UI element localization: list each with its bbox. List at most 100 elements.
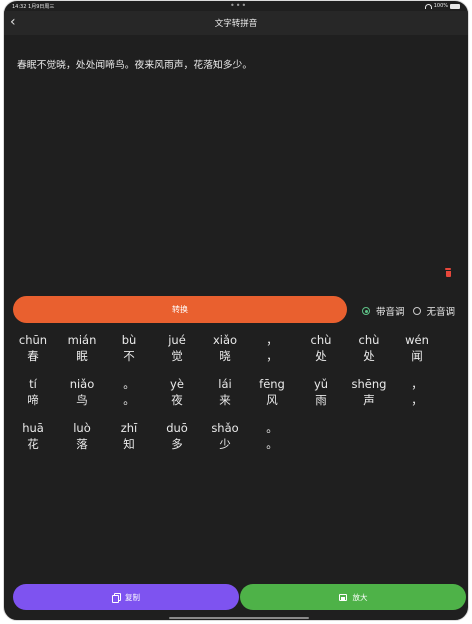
pinyin-syllable: 。 [266,421,278,435]
pinyin-syllable: wén [405,333,429,347]
tone-on-label: 带音调 [376,307,405,318]
pinyin-cell: chù 处 [349,332,389,364]
pinyin-syllable: mián [67,333,97,347]
pinyin-cell: chù 处 [301,332,341,364]
hanzi-character: 知 [123,437,135,451]
pinyin-cell: ，， [397,376,437,408]
pinyin-cell: mián 眠 [62,332,102,364]
image-icon [338,593,347,601]
multitask-dots-icon[interactable]: ••• [230,1,247,10]
app-screen: 14:32 1月9日周三 ••• 100% ‹ 文字转拼音 春眠不觉晓，处处闻啼… [3,0,469,621]
status-date: 1月9日周三 [28,4,55,10]
radio-selected-icon [362,307,370,315]
pinyin-syllable: shǎo [211,421,239,435]
copy-button[interactable]: 复制 [13,584,239,610]
copy-label: 复制 [125,592,140,602]
pinyin-syllable: 。 [123,377,135,391]
hanzi-character: 少 [219,437,231,451]
pinyin-syllable: niǎo [69,377,95,391]
hanzi-character: 晓 [219,349,231,363]
pinyin-syllable: lái [218,377,232,391]
hanzi-character: 雨 [315,393,327,407]
hanzi-character: 眠 [76,349,88,363]
page-title: 文字转拼音 [214,19,258,29]
hanzi-character: 春 [27,349,39,363]
source-text-input[interactable]: 春眠不觉晓，处处闻啼鸟。夜来风雨声，花落知多少。 [17,59,457,73]
pinyin-syllable: ， [266,333,278,347]
hanzi-character: 处 [315,349,327,363]
pinyin-cell: shēng 声 [349,376,389,408]
pinyin-syllable: xiǎo [212,333,238,347]
hanzi-character: 来 [219,393,231,407]
pinyin-cell: yè 夜 [157,376,197,408]
tone-off-radio[interactable]: 无音调 [412,304,456,318]
pinyin-cell: shǎo 少 [205,420,245,452]
hanzi-character: 觉 [171,349,183,363]
pinyin-syllable: bù [121,333,137,347]
status-time: 14:32 1月9日周三 [12,4,55,10]
pinyin-cell: tí 啼 [13,376,53,408]
pinyin-syllable: ， [411,377,423,391]
convert-button[interactable]: 转换 [13,296,347,323]
pinyin-syllable: chù [358,333,380,347]
pinyin-cell: luò 落 [62,420,102,452]
pinyin-syllable: chù [310,333,332,347]
status-bar: 14:32 1月9日周三 ••• 100% [4,1,468,11]
pinyin-cell: zhī 知 [109,420,149,452]
pinyin-syllable: tí [29,377,37,391]
wifi-icon [424,3,432,9]
tone-mode-selector: 带音调 无音调 [362,304,455,318]
delete-icon[interactable] [444,268,452,278]
hanzi-character: 。 [123,393,135,407]
hanzi-character: 多 [171,437,183,451]
pinyin-cell: huā 花 [13,420,53,452]
hanzi-character: ， [266,349,278,363]
pinyin-cell: xiǎo 晓 [205,332,245,364]
tone-on-radio[interactable]: 带音调 [362,304,405,318]
battery-icon [450,3,460,9]
pinyin-syllable: chūn [18,333,48,347]
pinyin-cell: lái 来 [205,376,245,408]
pinyin-cell: ，， [252,332,292,364]
tone-off-label: 无音调 [426,307,456,318]
nav-bar: ‹ 文字转拼音 [4,11,468,35]
pinyin-syllable: duō [166,421,188,435]
battery-percent: 100% [433,3,448,9]
pinyin-cell: niǎo 鸟 [62,376,102,408]
pinyin-syllable: shēng [351,377,387,391]
pinyin-cell: 。。 [109,376,149,408]
hanzi-character: 风 [266,393,278,407]
pinyin-cell: duō 多 [157,420,197,452]
pinyin-cell: yǔ 雨 [301,376,341,408]
hanzi-character: 鸟 [76,393,88,407]
pinyin-cell: 。。 [252,420,292,452]
hanzi-character: 闻 [411,349,423,363]
hanzi-character: 啼 [27,393,39,407]
zoom-label: 放大 [352,592,368,602]
hanzi-character: 处 [363,349,375,363]
hanzi-character: 。 [266,437,278,451]
hanzi-character: 落 [76,437,88,451]
pinyin-syllable: luò [73,421,91,435]
pinyin-syllable: fēng [259,377,285,391]
pinyin-cell: bù 不 [109,332,149,364]
pinyin-syllable: zhī [120,421,138,435]
hanzi-character: 花 [27,437,39,451]
hanzi-character: 夜 [171,393,183,407]
zoom-button[interactable]: 放大 [240,584,466,610]
status-right: 100% [424,3,460,9]
pinyin-syllable: huā [22,421,44,435]
hanzi-character: ， [411,393,423,407]
pinyin-cell: fēng 风 [252,376,292,408]
pinyin-syllable: jué [168,333,186,347]
pinyin-cell: chūn 春 [13,332,53,364]
pinyin-cell: jué 觉 [157,332,197,364]
hanzi-character: 声 [363,393,375,407]
copy-icon [112,593,121,603]
hanzi-character: 不 [123,349,135,363]
pinyin-cell: wén 闻 [397,332,437,364]
pinyin-syllable: yǔ [313,377,329,391]
pinyin-syllable: yè [170,377,184,391]
home-indicator[interactable] [169,617,309,619]
radio-unselected-icon [412,307,421,315]
